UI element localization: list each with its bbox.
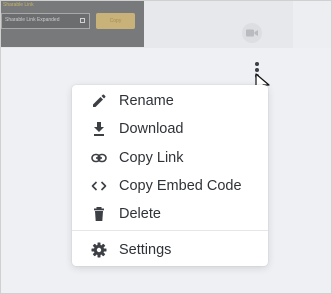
video-camera-icon (242, 23, 262, 43)
menu-divider (72, 230, 268, 231)
menu-item-label: Copy Link (119, 150, 184, 166)
video-thumbnail[interactable]: Sharable Link Sharable Link Expanded Cop… (1, 1, 144, 47)
trash-icon (91, 206, 107, 222)
adjacent-card (293, 1, 331, 48)
page-background: Sharable Link Sharable Link Expanded Cop… (0, 0, 332, 294)
pencil-icon (91, 93, 107, 109)
menu-item-label: Download (119, 121, 184, 137)
menu-item-label: Rename (119, 93, 174, 109)
menu-item-settings[interactable]: Settings (72, 236, 268, 264)
thumbnail-caption: Sharable Link (3, 2, 34, 8)
thumbnail-link-text: Sharable Link Expanded (5, 17, 60, 23)
menu-item-label: Delete (119, 206, 161, 222)
link-icon (91, 150, 107, 166)
more-vertical-icon (255, 62, 259, 66)
menu-item-label: Settings (119, 242, 172, 258)
menu-item-rename[interactable]: Rename (72, 87, 268, 115)
menu-item-copy-embed-code[interactable]: Copy Embed Code (72, 172, 268, 200)
more-vertical-icon-dot (255, 68, 259, 72)
thumbnail-link-field: Sharable Link Expanded (1, 13, 90, 29)
gear-icon (91, 242, 107, 258)
context-menu: Rename Download Copy Link Copy Embed Cod… (72, 85, 268, 266)
download-icon (91, 121, 107, 137)
menu-item-copy-link[interactable]: Copy Link (72, 144, 268, 172)
menu-item-download[interactable]: Download (72, 115, 268, 143)
menu-item-label: Copy Embed Code (119, 178, 242, 194)
code-icon (91, 178, 107, 194)
menu-item-delete[interactable]: Delete (72, 200, 268, 228)
thumbnail-copy-button: Copy (96, 13, 135, 29)
copy-icon (80, 18, 85, 23)
